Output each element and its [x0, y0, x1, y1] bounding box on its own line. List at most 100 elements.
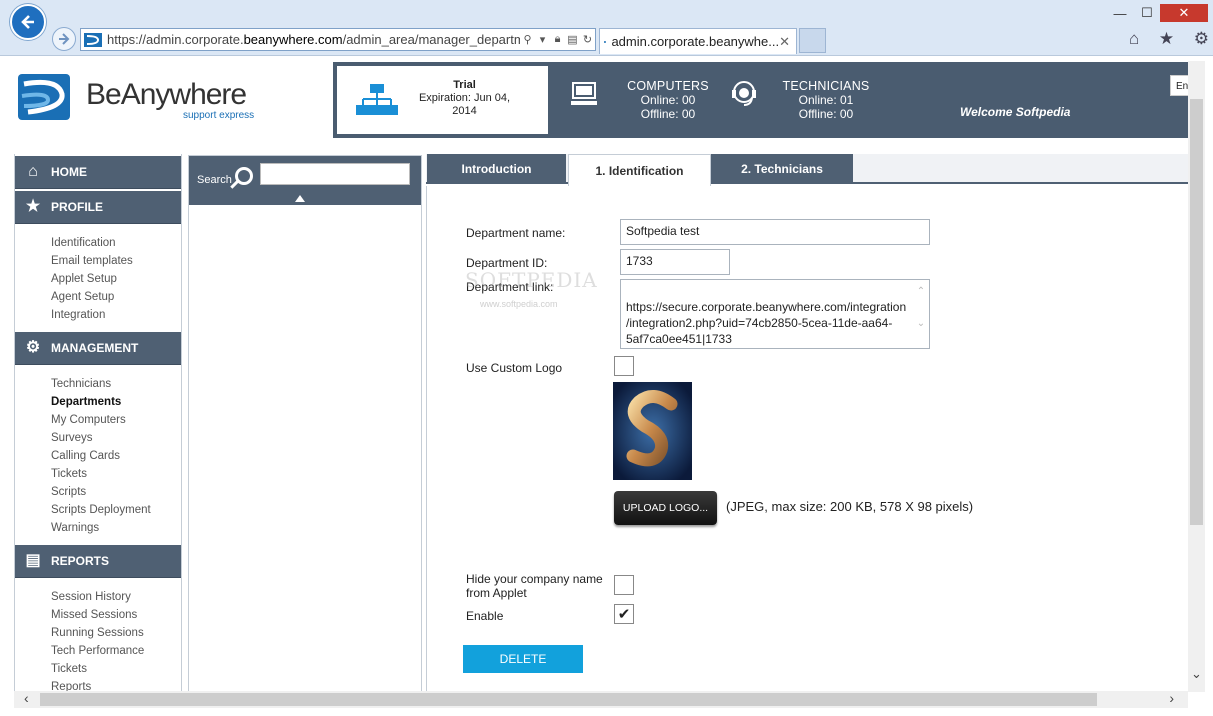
sidebar-item-profile[interactable]: ★ PROFILE: [15, 191, 181, 224]
upload-logo-button[interactable]: UPLOAD LOGO...: [614, 491, 717, 525]
address-bar[interactable]: https://admin.corporate.beanywhere.com/a…: [80, 28, 596, 51]
sidebar-item-integration[interactable]: Integration: [51, 306, 181, 324]
gear-icon: ⚙: [25, 339, 41, 356]
textarea-scrollbar[interactable]: ⌃ ⌄: [913, 280, 929, 348]
reports-menu: Session History Missed Sessions Running …: [15, 578, 181, 691]
enable-label: Enable: [466, 609, 504, 623]
scroll-right-icon[interactable]: ›: [1169, 690, 1174, 706]
compat-icon[interactable]: ▤: [565, 33, 580, 46]
search-input[interactable]: [260, 163, 410, 185]
tab-close-icon[interactable]: ✕: [779, 34, 790, 50]
sidebar-item-calling-cards[interactable]: Calling Cards: [51, 447, 181, 465]
department-link-field[interactable]: https://secure.corporate.beanywhere.com/…: [620, 279, 930, 349]
search-icon[interactable]: ⚲: [520, 33, 535, 46]
sidebar-item-scripts-deployment[interactable]: Scripts Deployment: [51, 501, 181, 519]
scroll-down-icon[interactable]: ⌄: [1188, 666, 1205, 682]
sidebar-item-applet-setup[interactable]: Applet Setup: [51, 270, 181, 288]
search-label: Search: [197, 174, 232, 186]
sidebar-item-surveys[interactable]: Surveys: [51, 429, 181, 447]
department-name-field[interactable]: Softpedia test: [620, 219, 930, 245]
minimize-button[interactable]: —: [1106, 4, 1134, 22]
site-favicon-icon: [84, 32, 102, 47]
hide-company-label-line1: Hide your company name: [466, 572, 603, 586]
scroll-left-icon[interactable]: ‹: [24, 690, 29, 706]
refresh-icon[interactable]: ↻: [580, 33, 595, 46]
page-vertical-scrollbar[interactable]: ⌄: [1188, 61, 1205, 692]
delete-button[interactable]: DELETE: [463, 645, 583, 673]
headset-icon: [732, 81, 756, 106]
scrollbar-thumb[interactable]: [1190, 99, 1203, 525]
computers-offline: Offline: 00: [640, 107, 696, 121]
site-favicon-icon: [604, 40, 607, 43]
search-bar: Search: [189, 156, 421, 205]
star-icon[interactable]: ★: [1159, 29, 1174, 49]
tab-technicians[interactable]: 2. Technicians: [711, 154, 853, 184]
sidebar: ⌂ HOME ★ PROFILE Identification Email te…: [14, 154, 182, 692]
sidebar-section-label: REPORTS: [51, 554, 110, 568]
home-icon[interactable]: ⌂: [1129, 29, 1139, 49]
maximize-button[interactable]: ☐: [1135, 4, 1159, 22]
tab-title: admin.corporate.beanywhe...: [611, 34, 780, 49]
back-button[interactable]: [10, 4, 46, 40]
sidebar-item-departments[interactable]: Departments: [51, 393, 181, 411]
sort-up-icon[interactable]: [295, 195, 305, 202]
sidebar-item-identification[interactable]: Identification: [51, 234, 181, 252]
language-selector[interactable]: En: [1170, 75, 1190, 96]
custom-logo-checkbox[interactable]: [614, 356, 634, 376]
enable-checkbox[interactable]: ✔: [614, 604, 634, 624]
browser-chrome: https://admin.corporate.beanywhere.com/a…: [0, 0, 1213, 56]
clipboard-icon: ▤: [25, 552, 41, 569]
brand-tagline: support express: [183, 110, 255, 121]
page-horizontal-scrollbar[interactable]: ‹ ›: [14, 690, 1188, 708]
department-id-field[interactable]: 1733: [620, 249, 730, 275]
trial-box: Trial Expiration: Jun 04, 2014: [337, 66, 548, 134]
sidebar-item-missed-sessions[interactable]: Missed Sessions: [51, 606, 181, 624]
upload-hint: (JPEG, max size: 200 KB, 578 X 98 pixels…: [726, 499, 974, 514]
sidebar-item-my-computers[interactable]: My Computers: [51, 411, 181, 429]
new-tab-button[interactable]: [799, 28, 826, 53]
sidebar-item-agent-setup[interactable]: Agent Setup: [51, 288, 181, 306]
department-list-panel: Search: [188, 155, 422, 693]
lock-icon[interactable]: 🔒︎: [550, 33, 565, 46]
sidebar-item-tickets[interactable]: Tickets: [51, 465, 181, 483]
beanywhere-logo-icon: [18, 74, 70, 120]
star-icon: ★: [25, 198, 41, 215]
sidebar-item-technicians[interactable]: Technicians: [51, 375, 181, 393]
gear-icon[interactable]: ⚙: [1194, 29, 1209, 49]
sidebar-item-home[interactable]: ⌂ HOME: [15, 156, 181, 189]
sidebar-item-running-sessions[interactable]: Running Sessions: [51, 624, 181, 642]
sidebar-item-session-history[interactable]: Session History: [51, 588, 181, 606]
forward-button[interactable]: [52, 27, 76, 51]
department-link-value: https://secure.corporate.beanywhere.com/…: [626, 300, 907, 346]
technicians-online: Online: 01: [798, 93, 854, 107]
trial-expiration: Expiration: Jun 04, 2014: [418, 92, 511, 117]
sidebar-item-reports[interactable]: Reports: [51, 678, 181, 691]
sidebar-item-warnings[interactable]: Warnings: [51, 519, 181, 537]
tab-identification[interactable]: 1. Identification: [568, 154, 711, 186]
sidebar-item-tech-performance[interactable]: Tech Performance: [51, 642, 181, 660]
custom-logo-label: Use Custom Logo: [466, 361, 563, 375]
home-icon: ⌂: [28, 163, 38, 180]
sidebar-section-label: MANAGEMENT: [51, 341, 139, 355]
tab-bar: Introduction 1. Identification 2. Techni…: [426, 154, 1188, 186]
hide-company-label-line2: from Applet: [466, 586, 527, 600]
dropdown-icon[interactable]: ▾: [535, 33, 550, 46]
brand-name: BeAnywhere: [86, 78, 247, 111]
sidebar-item-management[interactable]: ⚙ MANAGEMENT: [15, 332, 181, 365]
sidebar-item-scripts[interactable]: Scripts: [51, 483, 181, 501]
sidebar-section-label: HOME: [51, 165, 87, 179]
sidebar-item-email-templates[interactable]: Email templates: [51, 252, 181, 270]
hide-company-checkbox[interactable]: [614, 575, 634, 595]
logo-preview-image: [613, 382, 692, 480]
welcome-text: Welcome Softpedia: [960, 105, 1071, 119]
browser-tab[interactable]: admin.corporate.beanywhe... ✕: [599, 28, 797, 54]
tab-introduction[interactable]: Introduction: [427, 154, 566, 184]
management-menu: Technicians Departments My Computers Sur…: [15, 365, 181, 543]
sidebar-item-reports[interactable]: ▤ REPORTS: [15, 545, 181, 578]
sidebar-item-tickets-report[interactable]: Tickets: [51, 660, 181, 678]
browser-toolbar: ⌂ ★ ⚙: [1129, 29, 1209, 49]
search-icon[interactable]: [235, 167, 253, 185]
scrollbar-thumb[interactable]: [40, 693, 1097, 706]
close-button[interactable]: ✕: [1160, 4, 1208, 22]
logo[interactable]: BeAnywhere support express: [18, 72, 278, 124]
